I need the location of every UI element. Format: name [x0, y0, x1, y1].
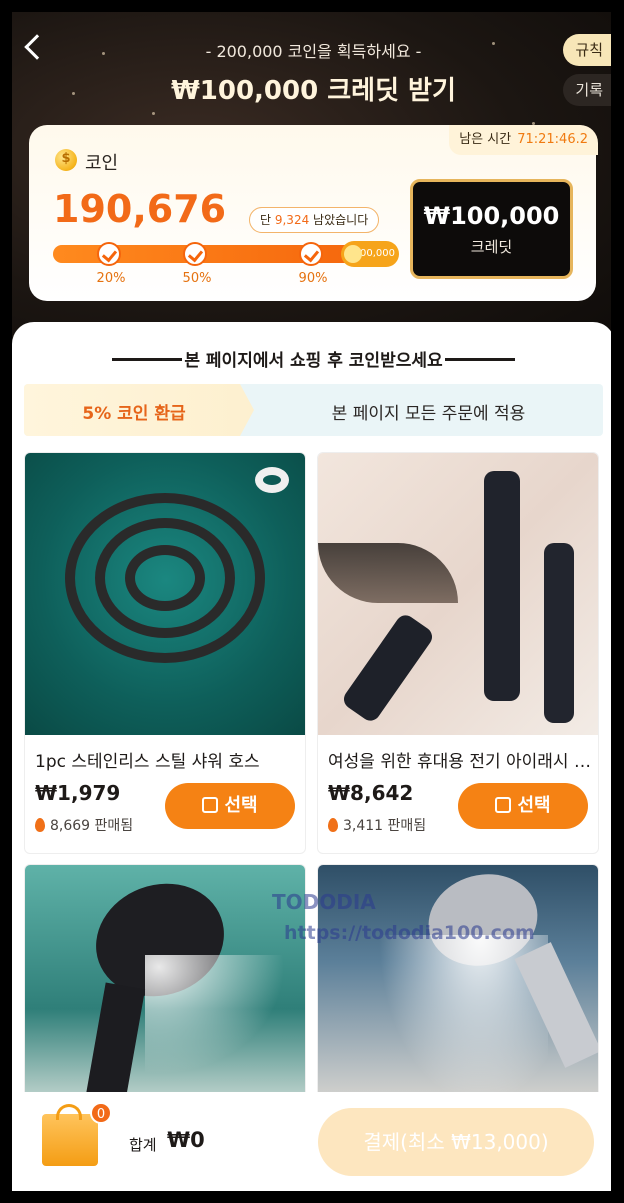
coin-balance: 190,676 — [53, 187, 227, 231]
product-price: ₩1,979 — [35, 781, 121, 805]
eyelash-graphic — [318, 543, 458, 603]
timer-value: 71:21:46.2 — [517, 132, 588, 147]
product-title[interactable]: 1pc 스테인리스 스틸 샤워 호스 — [35, 747, 299, 772]
curler-device-graphic — [340, 611, 436, 725]
cart-count-badge: 0 — [90, 1102, 112, 1124]
cashback-tag: 5% 코인 환급 — [24, 384, 254, 436]
washer-graphic — [255, 467, 289, 493]
milestone-check-icon — [97, 242, 121, 266]
cashback-tag-text: 5% 코인 환급 — [82, 404, 186, 424]
water-spray-graphic — [145, 955, 285, 1075]
product-card[interactable]: 여성을 위한 휴대용 전기 아이래시 컬러 ₩8,642 3,411 판매됨 선… — [317, 452, 599, 854]
select-label: 선택 — [224, 795, 258, 816]
select-button[interactable]: 선택 — [458, 783, 588, 829]
shower-handle-graphic — [84, 982, 146, 1103]
watermark-text: TODODIA — [272, 890, 376, 914]
checkout-button[interactable]: 결제(최소 ₩13,000) — [318, 1108, 594, 1176]
hose-graphic — [125, 545, 205, 611]
product-image[interactable] — [25, 865, 305, 1103]
product-title[interactable]: 여성을 위한 휴대용 전기 아이래시 컬러 — [328, 747, 592, 772]
coin-label: 코인 — [85, 153, 119, 174]
rules-button[interactable]: 규칙 — [563, 34, 611, 66]
remaining-number: 9,324 — [274, 213, 310, 227]
flame-icon — [328, 818, 338, 832]
title-divider — [445, 358, 515, 361]
curler-device-graphic — [544, 543, 574, 723]
cart-add-icon — [202, 797, 219, 813]
milestone-label: 50% — [182, 271, 212, 286]
record-button[interactable]: 기록 — [563, 74, 611, 106]
shopping-sheet: 본 페이지에서 쇼핑 후 코인받으세요 5% 코인 환급 본 페이지 모든 주문… — [12, 322, 611, 1191]
select-label: 선택 — [517, 795, 551, 816]
sold-count: 8,669 판매됨 — [35, 815, 133, 835]
remaining-prefix: 단 — [260, 213, 275, 227]
cashback-description: 본 페이지 모든 주문에 적용 — [331, 404, 526, 424]
cashback-banner: 5% 코인 환급 본 페이지 모든 주문에 적용 — [24, 384, 603, 436]
credit-amount: ₩100,000 — [423, 202, 560, 230]
product-image[interactable] — [25, 453, 305, 735]
milestone-label: 20% — [96, 271, 126, 286]
product-image[interactable] — [318, 453, 598, 735]
curler-device-graphic — [484, 471, 520, 701]
milestone-label: 90% — [298, 271, 328, 286]
total-label: 합계 — [129, 1136, 157, 1154]
product-card[interactable]: 1pc 스테인리스 스틸 샤워 호스 ₩1,979 8,669 판매됨 선택 — [24, 452, 306, 854]
hero-header: - 200,000 코인을 획득하세요 - ₩100,000 크레딧 받기 규칙… — [12, 12, 611, 352]
bag-handle — [56, 1104, 82, 1120]
milestone-check-icon — [299, 242, 323, 266]
checkout-footer: 0 합계 ₩0 결제(최소 ₩13,000) — [12, 1092, 611, 1191]
credit-reward-card[interactable]: ₩100,000 크레딧 — [410, 179, 573, 279]
goal-coin-icon — [344, 245, 362, 263]
cart-add-icon — [495, 797, 512, 813]
page-title: ₩100,000 크레딧 받기 — [171, 76, 456, 106]
app-frame: - 200,000 코인을 획득하세요 - ₩100,000 크레딧 받기 규칙… — [10, 10, 613, 1193]
star-decoration — [152, 112, 155, 115]
goal-badge: 200,000 — [341, 241, 399, 267]
remaining-tooltip: 단 9,324 남았습니다 — [249, 207, 380, 233]
watermark-url: https://tododia100.com — [284, 922, 535, 944]
timer-label: 남은 시간 — [459, 132, 512, 147]
milestone-check-icon — [183, 242, 207, 266]
coin-progress-card: 남은 시간 71:21:46.2 코인 190,676 단 9,324 남았습니다… — [29, 125, 598, 301]
product-card[interactable] — [24, 864, 306, 1104]
coin-icon — [55, 149, 77, 171]
countdown-timer: 남은 시간 71:21:46.2 — [449, 125, 598, 155]
credit-label: 크레딧 — [470, 238, 513, 256]
shopping-bag-icon[interactable] — [42, 1104, 98, 1166]
section-title: 본 페이지에서 쇼핑 후 코인받으세요 — [184, 351, 443, 371]
flame-icon — [35, 818, 45, 832]
page-subtitle: - 200,000 코인을 획득하세요 - — [205, 42, 422, 61]
sold-count: 3,411 판매됨 — [328, 815, 426, 835]
sold-text: 8,669 판매됨 — [50, 818, 134, 834]
total-value: ₩0 — [167, 1128, 205, 1152]
product-price: ₩8,642 — [328, 781, 414, 805]
sold-text: 3,411 판매됨 — [343, 818, 427, 834]
remaining-suffix: 남았습니다 — [309, 213, 369, 227]
select-button[interactable]: 선택 — [165, 783, 295, 829]
